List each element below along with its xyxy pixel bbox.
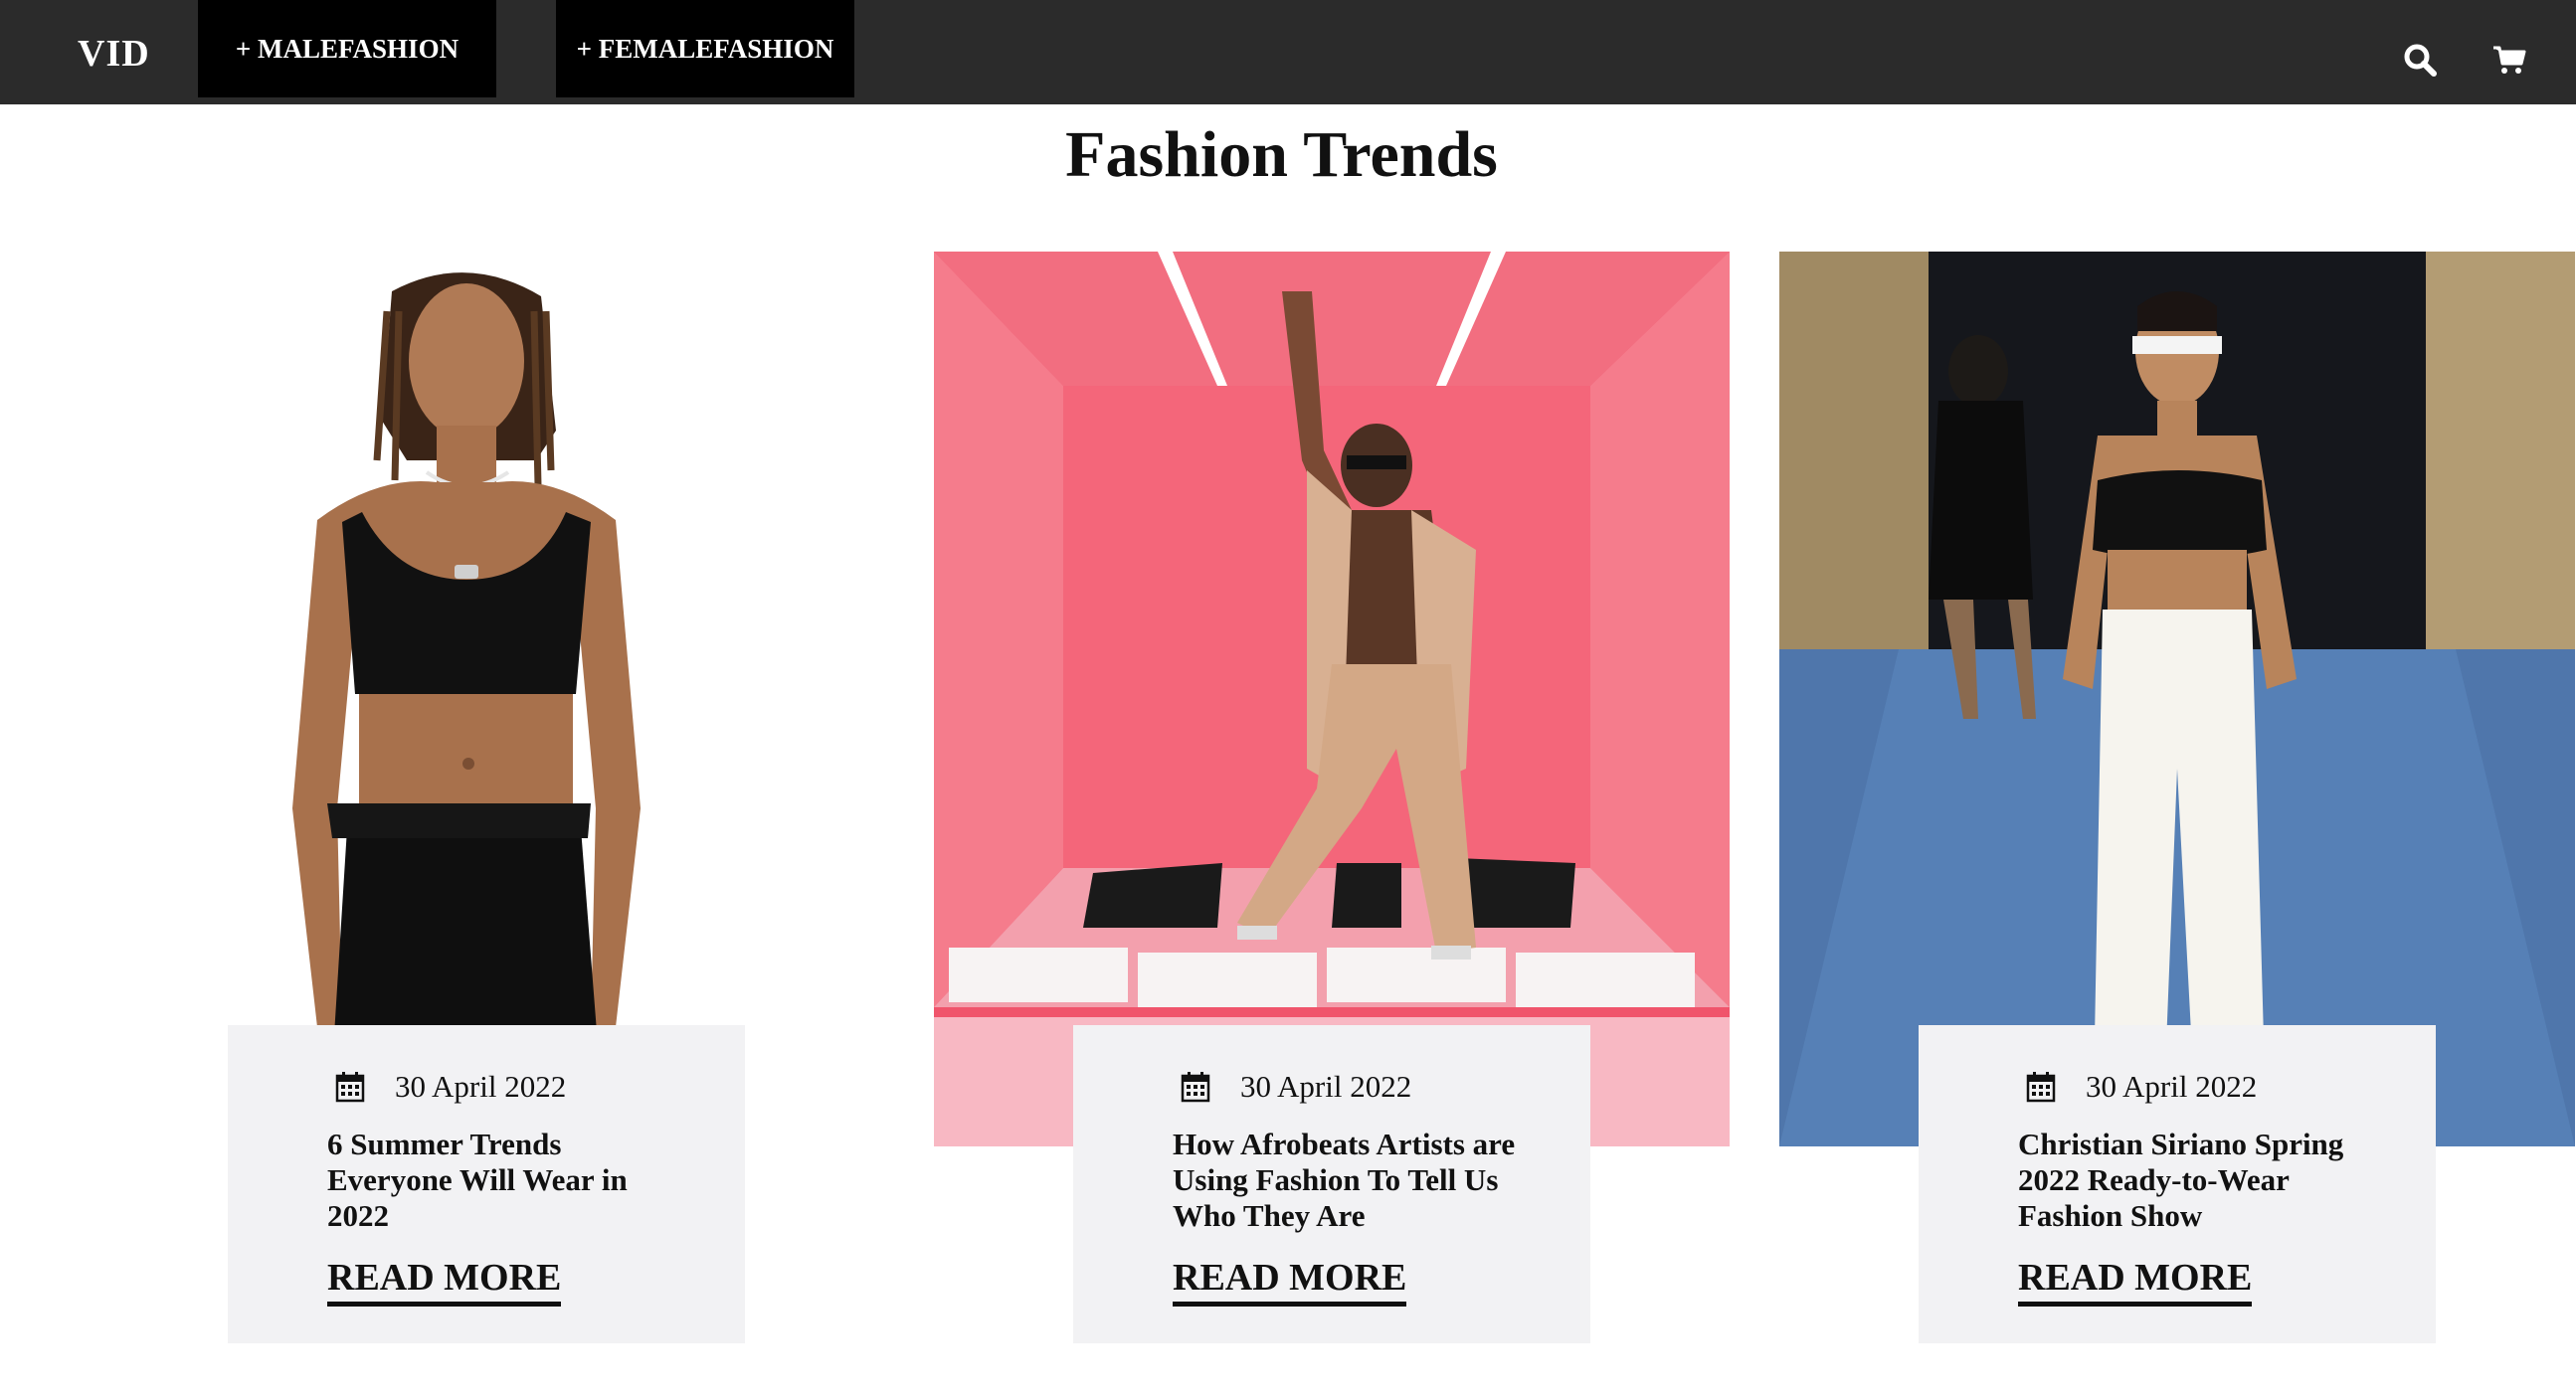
brand-logo[interactable]: VID [78,32,150,76]
card-image-christian-siriano[interactable] [1779,252,2575,1146]
card-image-afrobeats[interactable] [934,252,1730,1146]
male-fashion-button[interactable]: + MALEFASHION [198,0,496,97]
calendar-icon [335,1072,365,1103]
calendar-icon [1181,1072,1210,1103]
read-more-link[interactable]: READ MORE [2018,1256,2253,1307]
date-row: 30 April 2022 [1181,1069,1411,1105]
article-card-2: 30 April 2022 How Afrobeats Artists are … [1073,1025,1590,1343]
article-date: 30 April 2022 [1240,1069,1412,1104]
article-date: 30 April 2022 [395,1069,567,1104]
article-title[interactable]: 6 Summer Trends Everyone Will Wear in 20… [327,1127,685,1234]
article-card-1: 30 April 2022 6 Summer Trends Everyone W… [228,1025,745,1343]
article-title[interactable]: How Afrobeats Artists are Using Fashion … [1173,1127,1531,1234]
date-row: 30 April 2022 [335,1069,566,1105]
article-card-3: 30 April 2022 Christian Siriano Spring 2… [1919,1025,2436,1343]
date-row: 30 April 2022 [2026,1069,2257,1105]
top-navbar: VID + MALEFASHION + FEMALEFASHION [0,0,2576,104]
cart-icon[interactable] [2491,42,2527,78]
article-date: 30 April 2022 [2086,1069,2258,1104]
calendar-icon [2026,1072,2056,1103]
read-more-link[interactable]: READ MORE [1173,1256,1407,1307]
search-icon[interactable] [2402,42,2438,78]
female-fashion-button[interactable]: + FEMALEFASHION [556,0,854,97]
card-image-summer-trends[interactable] [138,252,934,1146]
page-title: Fashion Trends [1065,118,1498,191]
article-title[interactable]: Christian Siriano Spring 2022 Ready-to-W… [2018,1127,2376,1234]
read-more-link[interactable]: READ MORE [327,1256,562,1307]
